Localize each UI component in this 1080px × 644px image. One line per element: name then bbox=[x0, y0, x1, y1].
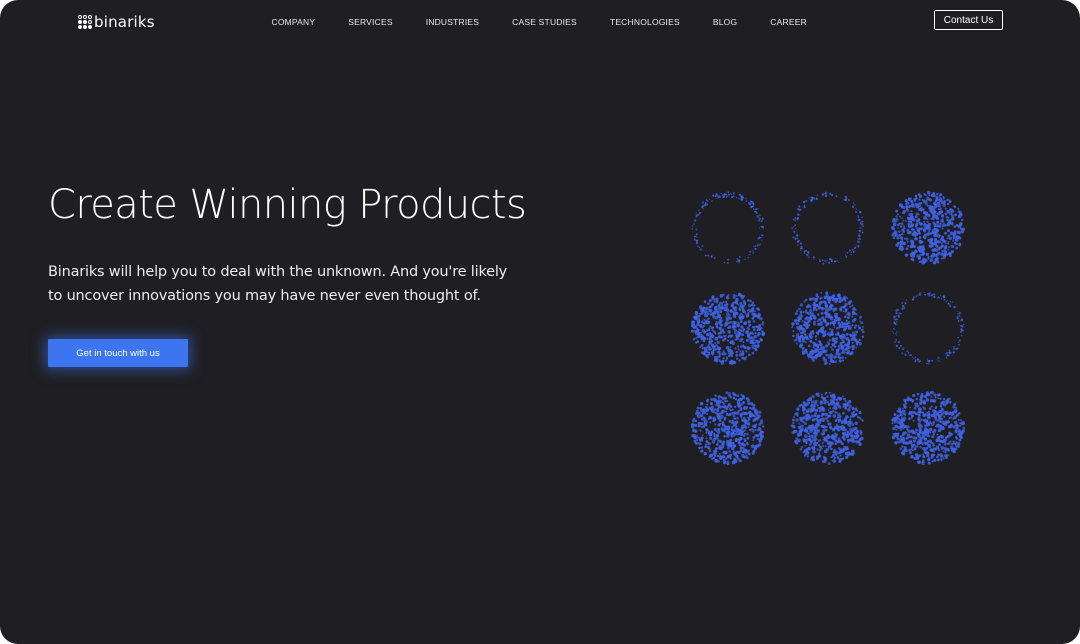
particle-circle-filled bbox=[791, 291, 865, 365]
nav-item-company[interactable]: COMPANY bbox=[272, 17, 316, 27]
particle-circle-filled bbox=[890, 190, 965, 265]
logo[interactable]: binariks bbox=[78, 12, 155, 32]
nav-item-case-studies[interactable]: CASE STUDIES bbox=[512, 17, 577, 27]
particle-circle-ring bbox=[691, 191, 765, 264]
particle-circle-filled bbox=[690, 391, 765, 466]
particle-circle-filled bbox=[690, 292, 766, 365]
nav-item-blog[interactable]: BLOG bbox=[713, 17, 737, 27]
particle-circles-illustration bbox=[690, 190, 966, 466]
particle-circle-filled bbox=[891, 390, 966, 466]
site-header: binariks COMPANY SERVICES INDUSTRIES CAS… bbox=[0, 0, 1080, 44]
nav-item-technologies[interactable]: TECHNOLOGIES bbox=[610, 17, 680, 27]
logo-dots-icon bbox=[78, 15, 92, 29]
hero-title: Create Winning Products bbox=[48, 182, 527, 228]
logo-text: binariks bbox=[94, 13, 155, 31]
get-in-touch-button[interactable]: Get in touch with us bbox=[48, 339, 188, 367]
nav-item-services[interactable]: SERVICES bbox=[348, 17, 392, 27]
main-nav: COMPANY SERVICES INDUSTRIES CASE STUDIES… bbox=[255, 12, 823, 32]
contact-us-button[interactable]: Contact Us bbox=[934, 10, 1003, 30]
particle-circle-ring bbox=[891, 291, 965, 365]
particle-circle-filled bbox=[790, 391, 864, 466]
nav-item-industries[interactable]: INDUSTRIES bbox=[426, 17, 479, 27]
browser-window: binariks COMPANY SERVICES INDUSTRIES CAS… bbox=[0, 0, 1080, 644]
particle-circle-ring bbox=[791, 191, 864, 265]
nav-item-career[interactable]: CAREER bbox=[770, 17, 807, 27]
hero-subtitle: Binariks will help you to deal with the … bbox=[48, 264, 508, 304]
